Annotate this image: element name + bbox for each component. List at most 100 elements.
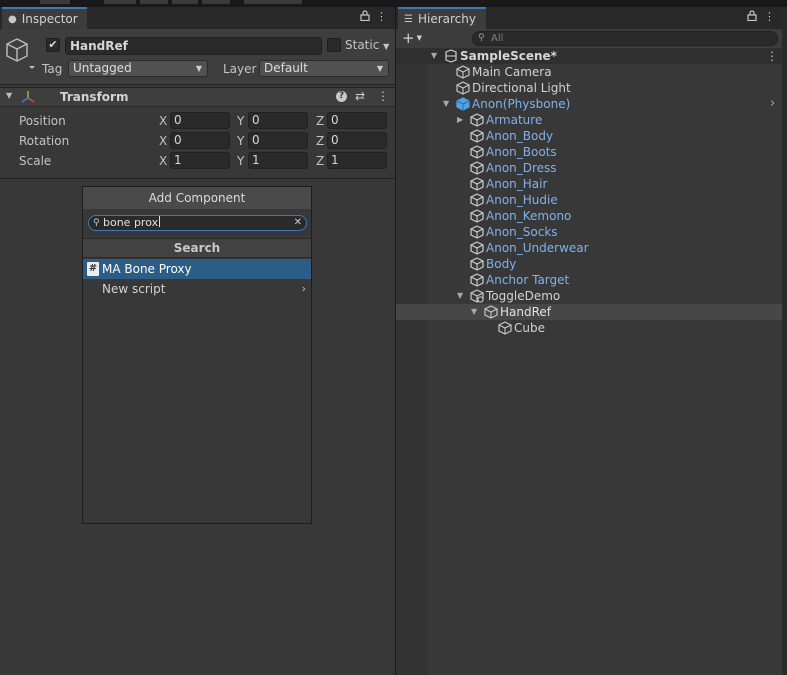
position-label: Position — [19, 114, 66, 128]
component-search-input[interactable]: ⚲ bone prox ✕ — [88, 215, 307, 231]
hierarchy-item[interactable]: Anon_Body — [396, 128, 782, 144]
position-z-field[interactable]: 0 — [327, 112, 387, 129]
gameobject-cube-icon[interactable] — [6, 37, 36, 76]
lock-icon[interactable] — [360, 10, 370, 24]
prefab-cube-icon — [470, 257, 484, 271]
hierarchy-item[interactable]: Anon_Boots — [396, 144, 782, 160]
transform-header[interactable]: ▼ Transform ? ⇄ ⋮ — [0, 87, 395, 107]
tab-inspector[interactable]: ● Inspector — [2, 7, 87, 29]
toolbar-button[interactable] — [40, 0, 70, 4]
foldout-arrow-icon[interactable]: ▼ — [6, 91, 12, 100]
foldout-expanded-icon[interactable]: ▼ — [431, 48, 437, 64]
layer-dropdown[interactable]: Default ▼ — [259, 60, 389, 77]
item-label: Anon(Physbone) — [472, 97, 571, 111]
item-label: Anon_Underwear — [486, 241, 589, 255]
hierarchy-item[interactable]: Directional Light — [396, 80, 782, 96]
hierarchy-item[interactable]: Anon_Socks — [396, 224, 782, 240]
prefab-cube-icon — [470, 225, 484, 239]
prefab-cube-icon — [470, 145, 484, 159]
tag-dropdown[interactable]: Untagged ▼ — [68, 60, 208, 77]
hierarchy-toolbar: + ▼ ⚲ All — [396, 29, 782, 49]
prefab-cube-icon — [470, 113, 484, 127]
scene-row[interactable]: ▼ SampleScene* ⋮ — [396, 48, 782, 64]
top-toolbar-strip — [0, 0, 787, 7]
rotation-z-field[interactable]: 0 — [327, 132, 387, 149]
axis-z-label[interactable]: Z — [316, 114, 324, 128]
presets-icon[interactable]: ⇄ — [355, 89, 365, 103]
hierarchy-item[interactable]: Anon_Hudie — [396, 192, 782, 208]
help-icon[interactable]: ? — [336, 91, 347, 102]
layer-value: Default — [264, 61, 308, 75]
toolbar-button[interactable] — [140, 0, 168, 4]
hierarchy-item[interactable]: ▼ ToggleDemo — [396, 288, 782, 304]
component-item-new-script[interactable]: New script › — [83, 279, 311, 299]
component-item-ma-bone-proxy[interactable]: # MA Bone Proxy — [83, 259, 311, 279]
lock-icon[interactable] — [747, 10, 757, 24]
axis-x-label[interactable]: X — [159, 154, 167, 168]
hierarchy-item[interactable]: Cube — [396, 320, 782, 336]
foldout-expanded-icon[interactable]: ▼ — [457, 288, 463, 304]
position-x-field[interactable]: 0 — [170, 112, 230, 129]
gameobject-header: ✔ HandRef Static ▼ Tag Untagged ▼ Layer … — [0, 29, 395, 85]
hierarchy-item[interactable]: ▶ Armature — [396, 112, 782, 128]
axis-y-label[interactable]: Y — [237, 114, 244, 128]
rotation-label: Rotation — [19, 134, 70, 148]
scale-y-field[interactable]: 1 — [248, 152, 308, 169]
scale-x-field[interactable]: 1 — [170, 152, 230, 169]
hierarchy-search-input[interactable]: ⚲ All — [472, 31, 778, 46]
chevron-right-icon[interactable]: › — [770, 96, 775, 112]
toolbar-button[interactable] — [172, 0, 198, 4]
search-icon: ⚲ — [93, 218, 100, 228]
hierarchy-tab-bar: ☰ Hierarchy ⋮ — [396, 7, 782, 29]
kebab-menu-icon[interactable]: ⋮ — [764, 10, 775, 23]
clear-search-icon[interactable]: ✕ — [294, 216, 302, 230]
unity-scene-icon — [444, 49, 458, 63]
axis-z-label[interactable]: Z — [316, 154, 324, 168]
static-checkbox[interactable] — [327, 38, 341, 52]
scale-label: Scale — [19, 154, 52, 168]
hierarchy-item[interactable]: Main Camera — [396, 64, 782, 80]
scale-z-field[interactable]: 1 — [327, 152, 387, 169]
active-checkbox[interactable]: ✔ — [46, 38, 60, 52]
hierarchy-item[interactable]: Anon_Kemono — [396, 208, 782, 224]
foldout-collapsed-icon[interactable]: ▶ — [457, 112, 463, 128]
axis-x-label[interactable]: X — [159, 134, 167, 148]
list-icon: ☰ — [404, 13, 413, 25]
axis-x-label[interactable]: X — [159, 114, 167, 128]
hierarchy-item[interactable]: Anon_Dress — [396, 160, 782, 176]
toolbar-button[interactable] — [244, 0, 302, 4]
kebab-menu-icon[interactable]: ⋮ — [376, 10, 387, 23]
rotation-y-field[interactable]: 0 — [248, 132, 308, 149]
hierarchy-item[interactable]: Body — [396, 256, 782, 272]
axis-z-label[interactable]: Z — [316, 134, 324, 148]
rotation-x-field[interactable]: 0 — [170, 132, 230, 149]
tab-hierarchy[interactable]: ☰ Hierarchy — [398, 7, 486, 29]
hierarchy-item[interactable]: Anon_Hair — [396, 176, 782, 192]
object-name-field[interactable]: HandRef — [65, 37, 322, 55]
static-dropdown[interactable]: Static ▼ — [345, 38, 389, 52]
add-object-button[interactable]: + ▼ — [402, 29, 422, 47]
scrollbar[interactable] — [782, 7, 787, 675]
chevron-down-icon: ▼ — [376, 64, 383, 73]
kebab-menu-icon[interactable]: ⋮ — [377, 89, 389, 103]
kebab-menu-icon[interactable]: ⋮ — [766, 48, 778, 64]
item-label: Anon_Boots — [486, 145, 557, 159]
transform-axes-icon — [20, 90, 36, 107]
foldout-expanded-icon[interactable]: ▼ — [471, 304, 477, 320]
axis-y-label[interactable]: Y — [237, 134, 244, 148]
item-label: Anchor Target — [486, 273, 570, 287]
tab-label: Inspector — [21, 12, 78, 26]
axis-y-label[interactable]: Y — [237, 154, 244, 168]
position-y-field[interactable]: 0 — [248, 112, 308, 129]
hierarchy-item[interactable]: ▼ Anon(Physbone) › — [396, 96, 782, 112]
hierarchy-item[interactable]: ▼ HandRef — [396, 304, 782, 320]
toolbar-button[interactable] — [104, 0, 136, 4]
toolbar-button[interactable] — [202, 0, 230, 4]
item-label: Cube — [514, 321, 545, 335]
item-label: New script — [102, 282, 166, 296]
hierarchy-item[interactable]: Anchor Target — [396, 272, 782, 288]
item-label: Body — [486, 257, 517, 271]
hierarchy-item[interactable]: Anon_Underwear — [396, 240, 782, 256]
foldout-expanded-icon[interactable]: ▼ — [443, 96, 449, 112]
item-label: Anon_Body — [486, 129, 554, 143]
